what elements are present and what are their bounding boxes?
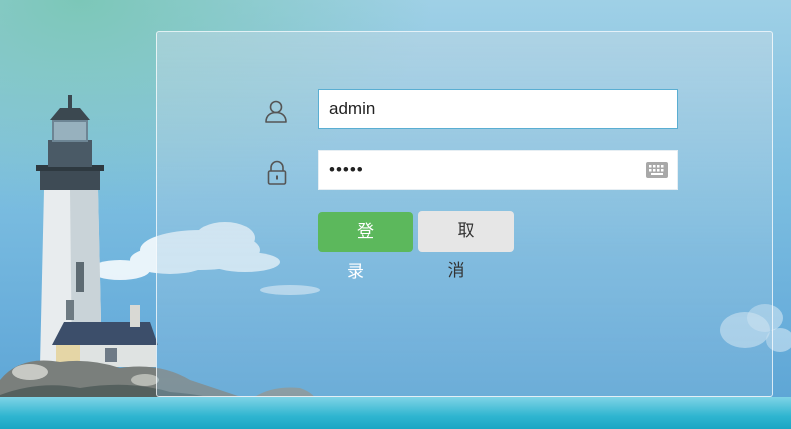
user-icon — [265, 100, 287, 123]
username-input[interactable] — [318, 89, 678, 129]
lock-icon — [267, 160, 287, 185]
cancel-button[interactable]: 取 消 — [418, 211, 514, 281]
sea — [0, 397, 791, 429]
login-button[interactable]: 登 录 — [318, 212, 413, 282]
password-input[interactable] — [318, 150, 678, 190]
login-screen: 登 录 取 消 — [0, 0, 791, 429]
keyboard-icon[interactable] — [646, 162, 668, 178]
